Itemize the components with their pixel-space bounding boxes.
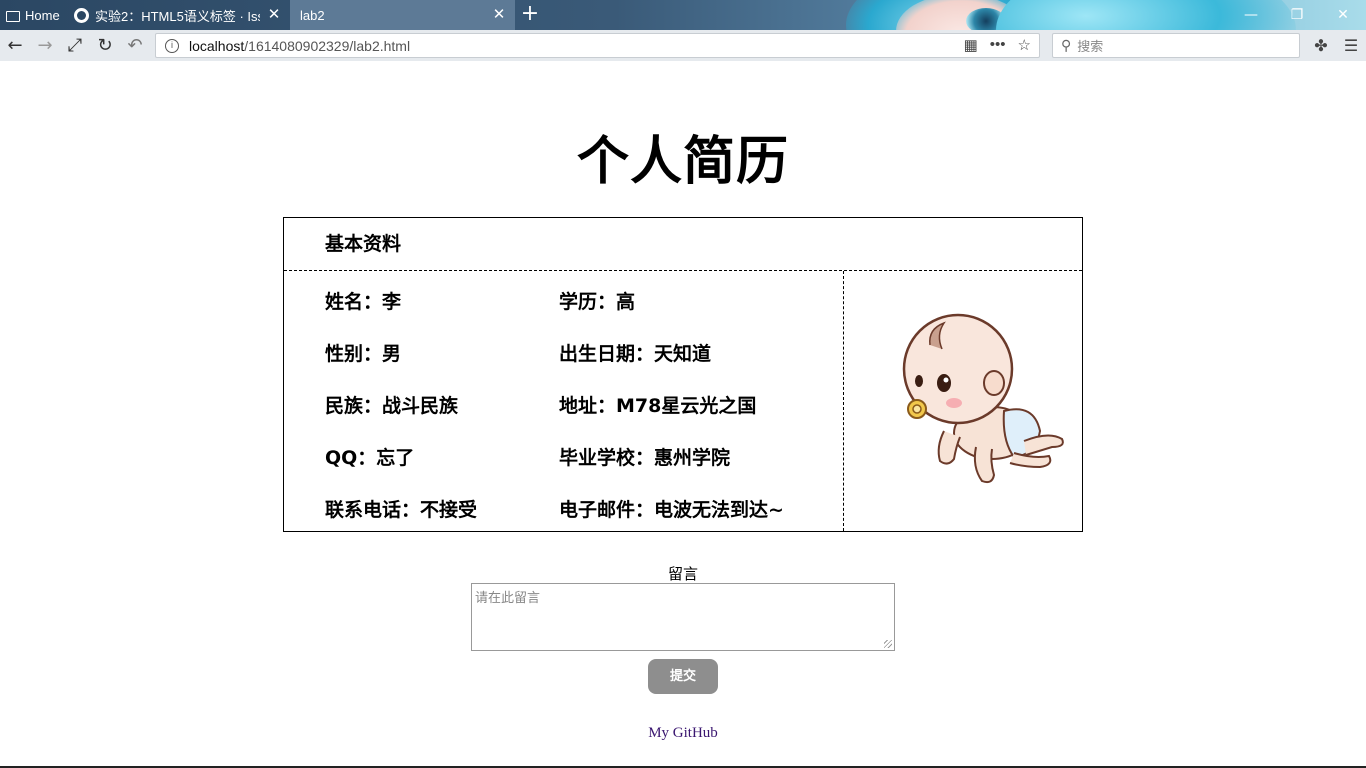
back-icon[interactable]: ← bbox=[3, 34, 27, 58]
field-address: 地址：M78星云光之国 bbox=[559, 395, 757, 417]
page-title: 个人简历 bbox=[576, 132, 789, 192]
field-name: 姓名：李 bbox=[325, 291, 402, 313]
field-email: 电子邮件：电波无法到达~ bbox=[559, 499, 784, 521]
field-gender: 性别：男 bbox=[325, 343, 402, 365]
field-school: 毕业学校：惠州学院 bbox=[559, 447, 731, 469]
page-content: 个人简历 基本资料 姓名：李 性别：男 民族：战斗民族 QQ：忘了 联系电话：不… bbox=[0, 61, 1366, 768]
navigation-bar: ← → ⤢ ↻ ↶ i localhost /1614080902329/lab… bbox=[0, 30, 1366, 61]
folder-icon bbox=[6, 10, 20, 22]
resize-handle-icon[interactable] bbox=[884, 640, 892, 648]
field-qq: QQ：忘了 bbox=[325, 447, 415, 469]
search-placeholder: 搜索 bbox=[1077, 40, 1104, 55]
close-tab-icon[interactable]: ✕ bbox=[266, 7, 282, 23]
fullscreen-icon[interactable]: ⤢ bbox=[63, 34, 87, 58]
undo-icon[interactable]: ↶ bbox=[123, 34, 147, 58]
field-birthdate: 出生日期：天知道 bbox=[559, 343, 712, 365]
qr-code-icon[interactable]: ▦ bbox=[964, 36, 978, 54]
tab-lab2-label: lab2 bbox=[300, 7, 325, 23]
message-placeholder: 请在此留言 bbox=[475, 591, 541, 606]
new-tab-button[interactable]: + bbox=[518, 3, 542, 26]
menu-icon[interactable]: ☰ bbox=[1339, 34, 1363, 58]
tab-bar: Home 实验2：HTML5语义标签 · Issu ✕ lab2 ✕ + — ❐… bbox=[0, 0, 1366, 62]
url-path: /1614080902329/lab2.html bbox=[244, 37, 411, 54]
forward-icon[interactable]: → bbox=[33, 34, 57, 58]
field-education: 学历：高 bbox=[559, 291, 636, 313]
reload-icon[interactable]: ↻ bbox=[93, 34, 117, 58]
github-link[interactable]: My GitHub bbox=[0, 725, 1366, 742]
tab-lab2[interactable]: lab2 ✕ bbox=[290, 0, 515, 30]
extensions-icon[interactable]: ✤ bbox=[1309, 34, 1333, 58]
close-window-button[interactable]: ✕ bbox=[1320, 0, 1366, 30]
more-icon[interactable]: ••• bbox=[990, 36, 1006, 54]
resume-table: 基本资料 姓名：李 性别：男 民族：战斗民族 QQ：忘了 联系电话：不接受 学历… bbox=[283, 217, 1083, 532]
field-ethnicity: 民族：战斗民族 bbox=[325, 395, 459, 417]
address-bar[interactable]: i localhost /1614080902329/lab2.html ▦ •… bbox=[155, 33, 1040, 58]
photo-cell bbox=[843, 271, 1082, 531]
bookmark-star-icon[interactable]: ☆ bbox=[1018, 36, 1031, 54]
url-host: localhost bbox=[189, 37, 245, 54]
field-phone: 联系电话：不接受 bbox=[325, 499, 478, 521]
section-title: 基本资料 bbox=[284, 218, 1082, 271]
maximize-button[interactable]: ❐ bbox=[1274, 0, 1320, 30]
minimize-button[interactable]: — bbox=[1228, 0, 1274, 30]
search-icon: ⚲ bbox=[1061, 37, 1072, 54]
tab-issue[interactable]: 实验2：HTML5语义标签 · Issu ✕ bbox=[68, 0, 290, 30]
info-icon[interactable]: i bbox=[165, 38, 179, 53]
tab-home-label: Home bbox=[25, 7, 60, 23]
tab-issue-label: 实验2：HTML5语义标签 · Issu bbox=[95, 8, 260, 24]
resume-body: 姓名：李 性别：男 民族：战斗民族 QQ：忘了 联系电话：不接受 学历：高 出生… bbox=[284, 271, 1082, 531]
github-icon bbox=[74, 7, 89, 23]
close-tab-icon[interactable]: ✕ bbox=[491, 7, 507, 23]
search-input[interactable]: ⚲ 搜索 bbox=[1052, 33, 1300, 58]
message-label: 留言 bbox=[667, 565, 698, 583]
baby-photo bbox=[902, 313, 1064, 484]
tab-home[interactable]: Home bbox=[0, 0, 68, 30]
submit-button[interactable]: 提交 bbox=[648, 659, 718, 694]
message-textarea[interactable]: 请在此留言 bbox=[471, 583, 895, 651]
